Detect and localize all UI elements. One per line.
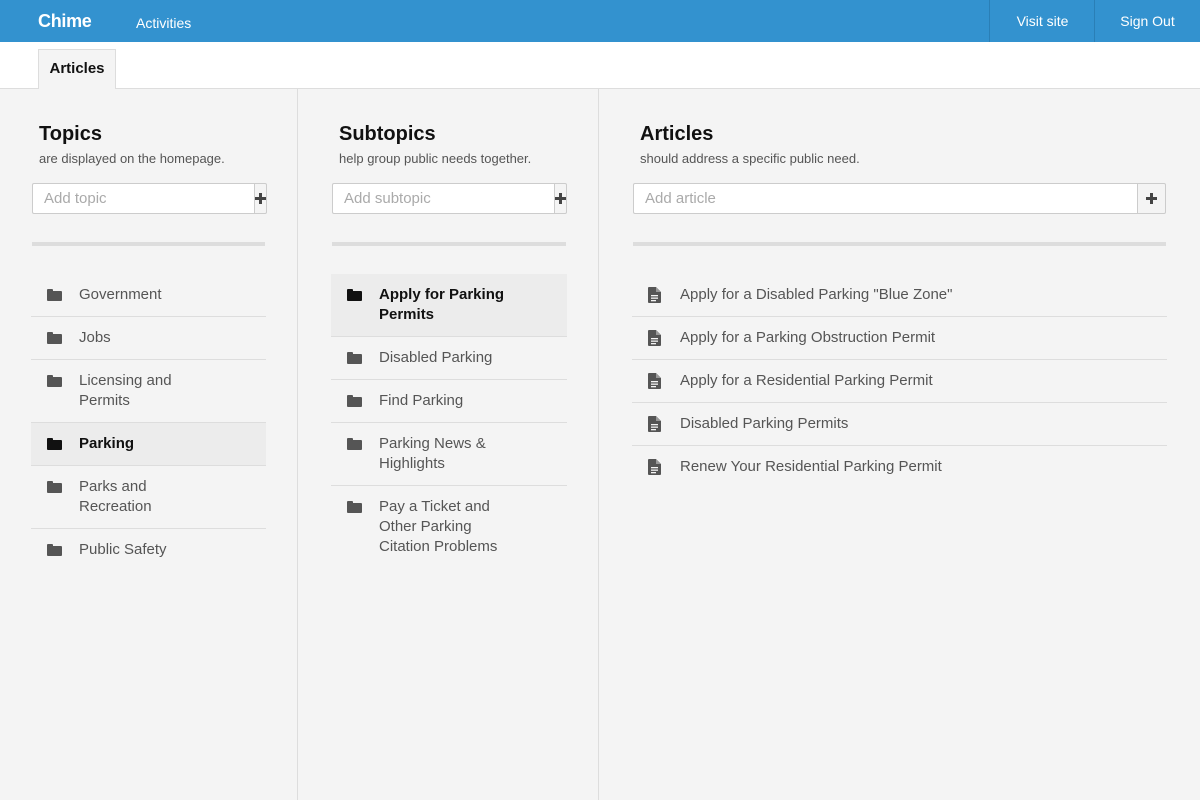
subtopic-item[interactable]: Apply for Parking Permits [331, 274, 567, 337]
article-item[interactable]: Apply for a Parking Obstruction Permit [632, 317, 1167, 360]
top-navbar: Chime Activities Visit site Sign Out [0, 0, 1200, 42]
subtopics-subtitle: help group public needs together. [339, 151, 532, 166]
brand-logo[interactable]: Chime [38, 11, 92, 32]
articles-subtitle: should address a specific public need. [640, 151, 860, 166]
add-topic-group [32, 183, 267, 214]
add-subtopic-group [332, 183, 567, 214]
topic-item-label: Jobs [79, 329, 111, 346]
subtopic-item-label: Apply for Parking Permits [379, 286, 505, 323]
topics-title: Topics [39, 123, 102, 145]
topic-item-label: Parking [79, 435, 135, 452]
topic-item-label: Public Safety [79, 541, 167, 558]
article-item[interactable]: Apply for a Residential Parking Permit [632, 360, 1167, 403]
plus-icon [555, 193, 566, 204]
divider [633, 242, 1166, 246]
article-item[interactable]: Disabled Parking Permits [632, 403, 1167, 446]
topic-item[interactable]: Public Safety [31, 529, 266, 571]
subtopic-item-label: Parking News & Highlights [379, 435, 486, 472]
add-article-button[interactable] [1137, 183, 1166, 214]
topic-item[interactable]: Parking [31, 423, 266, 466]
topic-item-label: Licensing and Permits [79, 372, 172, 409]
add-topic-input[interactable] [32, 183, 254, 214]
add-subtopic-input[interactable] [332, 183, 554, 214]
articles-title: Articles [640, 123, 714, 145]
article-item-label: Renew Your Residential Parking Permit [680, 458, 942, 475]
articles-column: Articles should address a specific publi… [600, 89, 1200, 800]
add-subtopic-button[interactable] [554, 183, 567, 214]
visit-site-link[interactable]: Visit site [989, 0, 1095, 42]
topics-column: Topics are displayed on the homepage. Go… [0, 89, 298, 800]
sign-out-link[interactable]: Sign Out [1094, 0, 1200, 42]
topics-subtitle: are displayed on the homepage. [39, 151, 225, 166]
topic-item[interactable]: Government [31, 274, 266, 317]
add-article-input[interactable] [633, 183, 1137, 214]
add-topic-button[interactable] [254, 183, 267, 214]
topic-item[interactable]: Jobs [31, 317, 266, 360]
subtopic-item-label: Disabled Parking [379, 349, 493, 366]
tab-articles[interactable]: Articles [38, 49, 116, 90]
article-item[interactable]: Apply for a Disabled Parking "Blue Zone" [632, 274, 1167, 317]
plus-icon [1146, 193, 1157, 204]
nav-activities-link[interactable]: Activities [136, 15, 191, 31]
subtopic-item[interactable]: Parking News & Highlights [331, 423, 567, 486]
article-item-label: Apply for a Residential Parking Permit [680, 372, 933, 389]
article-item[interactable]: Renew Your Residential Parking Permit [632, 446, 1167, 488]
subtopic-item[interactable]: Find Parking [331, 380, 567, 423]
topic-item[interactable]: Licensing and Permits [31, 360, 266, 423]
topic-item-label: Parks and Recreation [79, 478, 152, 515]
subtopic-item[interactable]: Pay a Ticket and Other Parking Citation … [331, 486, 567, 568]
divider [332, 242, 566, 246]
divider [32, 242, 265, 246]
add-article-group [633, 183, 1166, 214]
tab-bar: Articles [0, 42, 1200, 90]
topic-item[interactable]: Parks and Recreation [31, 466, 266, 529]
topics-list: Government Jobs Licensing and Permits Parki… [31, 274, 266, 571]
subtopics-list: Apply for Parking Permits Disabled Parkin… [331, 274, 567, 568]
subtopics-title: Subtopics [339, 123, 436, 145]
plus-icon [255, 193, 266, 204]
article-item-label: Apply for a Disabled Parking "Blue Zone" [680, 286, 953, 303]
subtopic-item[interactable]: Disabled Parking [331, 337, 567, 380]
subtopic-item-label: Find Parking [379, 392, 464, 409]
article-item-label: Apply for a Parking Obstruction Permit [680, 329, 936, 346]
article-item-label: Disabled Parking Permits [680, 415, 849, 432]
articles-list: Apply for a Disabled Parking "Blue Zone"… [632, 274, 1167, 488]
subtopics-column: Subtopics help group public needs togeth… [299, 89, 599, 800]
subtopic-item-label: Pay a Ticket and Other Parking Citation … [379, 498, 498, 555]
topic-item-label: Government [79, 286, 162, 303]
